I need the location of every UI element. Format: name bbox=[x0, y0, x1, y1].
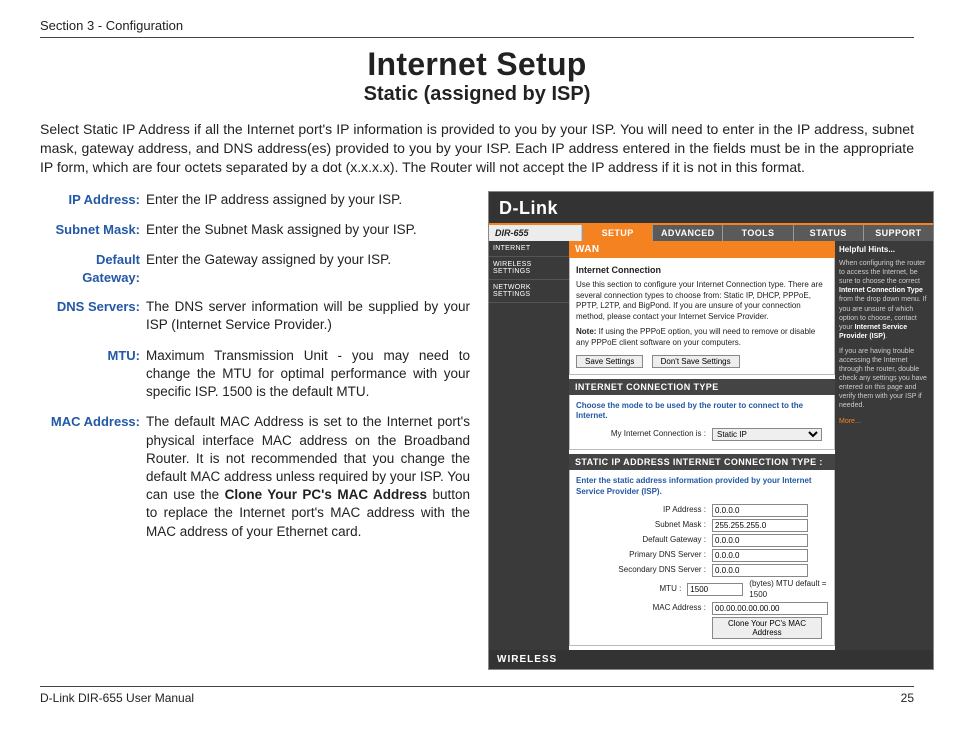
ui-header: D-Link bbox=[489, 192, 933, 225]
mac-input[interactable] bbox=[712, 602, 828, 615]
def-subnet-body: Enter the Subnet Mask assigned by your I… bbox=[146, 221, 470, 239]
def-mac-label: MAC Address: bbox=[40, 413, 146, 541]
def-mtu: MTU: Maximum Transmission Unit - you may… bbox=[40, 347, 470, 402]
sidebar-item-wireless[interactable]: WIRELESS SETTINGS bbox=[489, 257, 569, 280]
tab-setup[interactable]: SETUP bbox=[582, 225, 652, 241]
footer-left: D-Link DIR-655 User Manual bbox=[40, 691, 194, 705]
def-mtu-body: Maximum Transmission Unit - you may need… bbox=[146, 347, 470, 402]
dns2-label: Secondary DNS Server : bbox=[576, 565, 712, 576]
sidebar: INTERNET WIRELESS SETTINGS NETWORK SETTI… bbox=[489, 241, 569, 651]
sidebar-item-network[interactable]: NETWORK SETTINGS bbox=[489, 280, 569, 303]
conn-type-desc: Choose the mode to be used by the router… bbox=[576, 401, 828, 423]
def-mtu-label: MTU: bbox=[40, 347, 146, 402]
dns1-input[interactable] bbox=[712, 549, 808, 562]
page-title: Internet Setup bbox=[40, 46, 914, 83]
gw-label: Default Gateway : bbox=[576, 535, 712, 546]
def-ip-body: Enter the IP address assigned by your IS… bbox=[146, 191, 470, 209]
help-title: Helpful Hints... bbox=[839, 245, 929, 255]
def-mac: MAC Address: The default MAC Address is … bbox=[40, 413, 470, 541]
tab-support[interactable]: SUPPORT bbox=[863, 225, 933, 241]
wan-title: WAN bbox=[569, 241, 835, 258]
page-number: 25 bbox=[901, 691, 914, 705]
static-desc: Enter the static address information pro… bbox=[576, 476, 828, 498]
section-label: Section 3 - Configuration bbox=[40, 18, 914, 33]
static-title: STATIC IP ADDRESS INTERNET CONNECTION TY… bbox=[569, 454, 835, 470]
tab-status[interactable]: STATUS bbox=[793, 225, 863, 241]
def-gw: Default Gateway: Enter the Gateway assig… bbox=[40, 251, 470, 286]
tab-advanced[interactable]: ADVANCED bbox=[652, 225, 722, 241]
top-tabs: SETUP ADVANCED TOOLS STATUS SUPPORT bbox=[582, 225, 933, 241]
def-gw-body: Enter the Gateway assigned by your ISP. bbox=[146, 251, 470, 286]
dns2-input[interactable] bbox=[712, 564, 808, 577]
mtu-label: MTU : bbox=[576, 584, 687, 595]
conn-type-title: INTERNET CONNECTION TYPE bbox=[569, 379, 835, 395]
def-dns: DNS Servers: The DNS server information … bbox=[40, 298, 470, 334]
clone-mac-button[interactable]: Clone Your PC's MAC Address bbox=[712, 617, 822, 639]
sidebar-item-internet[interactable]: INTERNET bbox=[489, 241, 569, 257]
help-p1b: Internet Connection Type bbox=[839, 287, 923, 294]
def-subnet: Subnet Mask: Enter the Subnet Mask assig… bbox=[40, 221, 470, 239]
def-ip: IP Address: Enter the IP address assigne… bbox=[40, 191, 470, 209]
wan-subtitle: Internet Connection bbox=[576, 264, 828, 276]
def-mac-body: The default MAC Address is set to the In… bbox=[146, 413, 470, 541]
ip-input[interactable] bbox=[712, 504, 808, 517]
rule-bottom bbox=[40, 686, 914, 687]
mask-label: Subnet Mask : bbox=[576, 520, 712, 531]
def-dns-label: DNS Servers: bbox=[40, 298, 146, 334]
rule-top bbox=[40, 37, 914, 38]
model-label: DIR-655 bbox=[489, 225, 582, 241]
def-gw-label: Default Gateway: bbox=[40, 251, 146, 286]
wan-desc: Use this section to configure your Inter… bbox=[576, 280, 828, 323]
help-panel: Helpful Hints... When configuring the ro… bbox=[835, 241, 933, 651]
dont-save-button[interactable]: Don't Save Settings bbox=[652, 355, 740, 368]
intro-paragraph: Select Static IP Address if all the Inte… bbox=[40, 120, 914, 177]
mask-input[interactable] bbox=[712, 519, 808, 532]
def-dns-body: The DNS server information will be suppl… bbox=[146, 298, 470, 334]
router-ui-screenshot: D-Link DIR-655 SETUP ADVANCED TOOLS STAT… bbox=[488, 191, 934, 671]
conn-type-select[interactable]: Static IP bbox=[712, 428, 822, 441]
mac-label: MAC Address : bbox=[576, 603, 712, 614]
wan-note: If using the PPPoE option, you will need… bbox=[576, 327, 815, 347]
help-p2: If you are having trouble accessing the … bbox=[839, 347, 929, 411]
def-ip-label: IP Address: bbox=[40, 191, 146, 209]
help-p1e: . bbox=[885, 333, 887, 340]
save-button[interactable]: Save Settings bbox=[576, 355, 643, 368]
page-subtitle: Static (assigned by ISP) bbox=[40, 83, 914, 106]
ip-label: IP Address : bbox=[576, 505, 712, 516]
help-more-link[interactable]: More... bbox=[839, 418, 861, 425]
def-subnet-label: Subnet Mask: bbox=[40, 221, 146, 239]
dns1-label: Primary DNS Server : bbox=[576, 550, 712, 561]
tab-tools[interactable]: TOOLS bbox=[722, 225, 792, 241]
definitions-column: IP Address: Enter the IP address assigne… bbox=[40, 191, 470, 553]
ui-content: WAN Internet Connection Use this section… bbox=[569, 241, 835, 651]
def-mac-bold: Clone Your PC's MAC Address bbox=[225, 487, 427, 502]
mtu-hint: (bytes) MTU default = 1500 bbox=[749, 579, 828, 601]
ui-footer: WIRELESS bbox=[489, 650, 933, 669]
wan-note-label: Note: bbox=[576, 327, 596, 336]
mtu-input[interactable] bbox=[687, 583, 743, 596]
brand-logo: D-Link bbox=[499, 198, 558, 218]
help-p1a: When configuring the router to access th… bbox=[839, 260, 925, 285]
conn-type-label: My Internet Connection is : bbox=[576, 429, 712, 440]
gw-input[interactable] bbox=[712, 534, 808, 547]
